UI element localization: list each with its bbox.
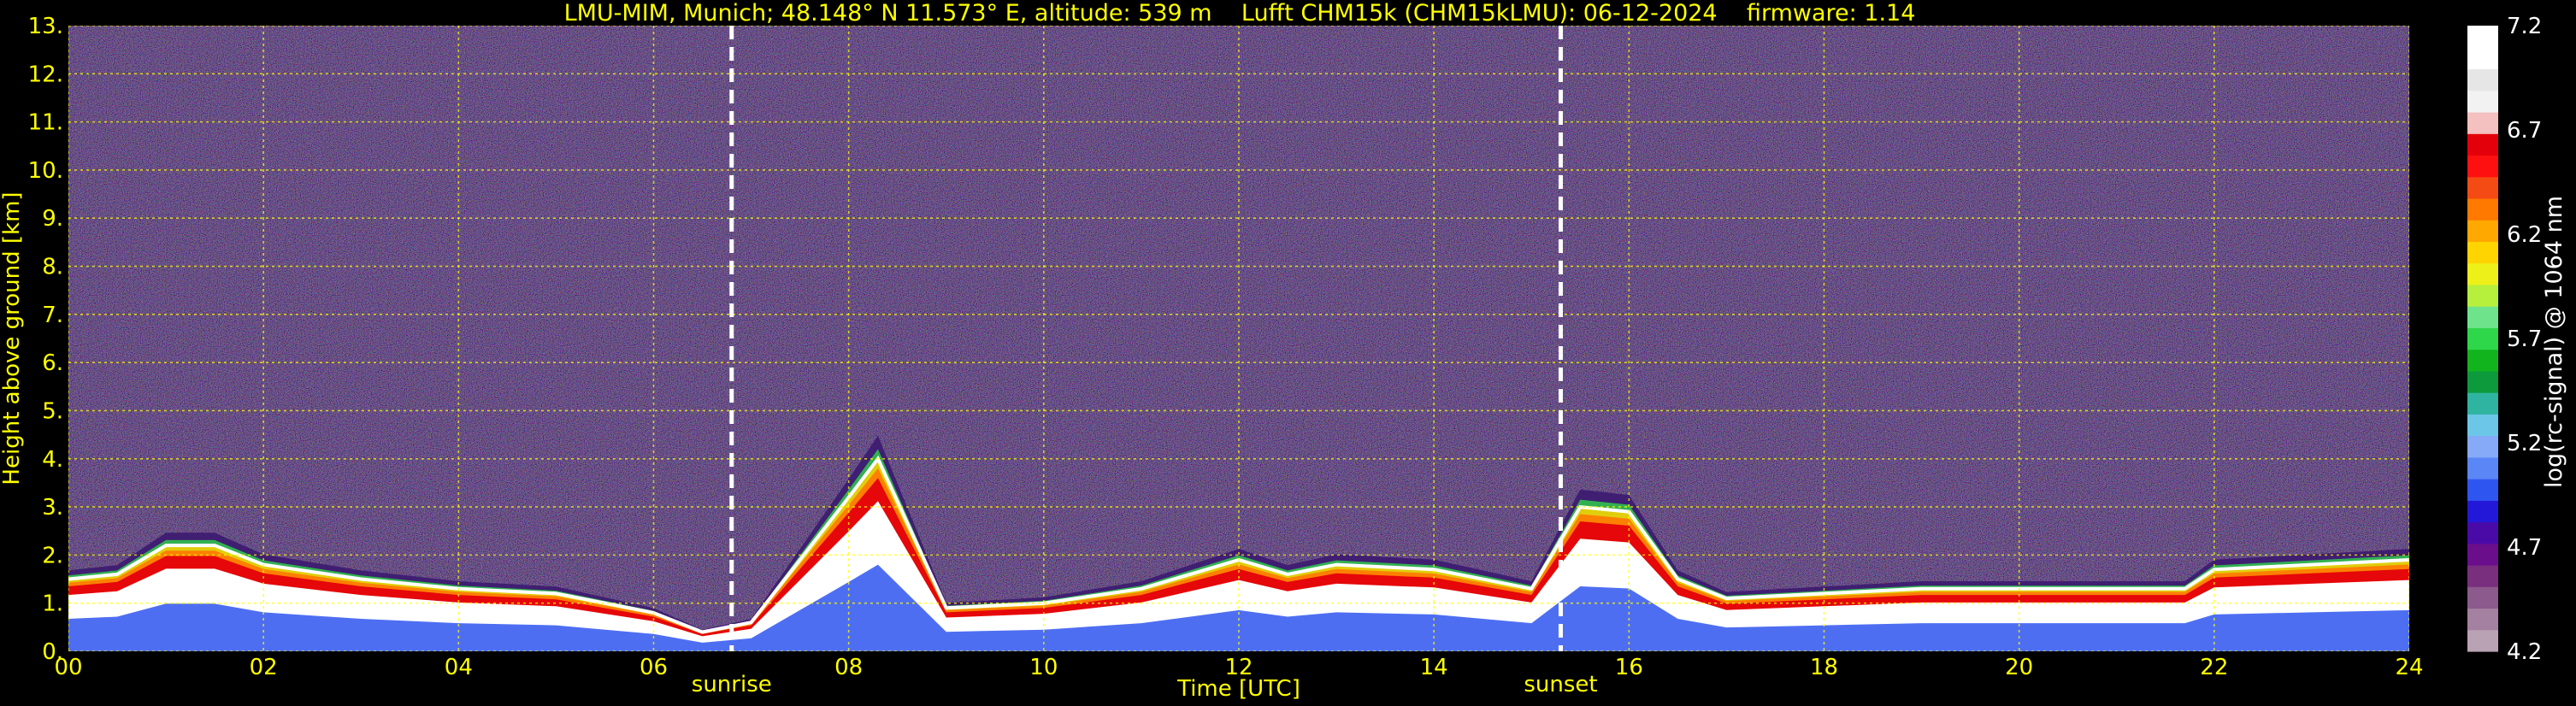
colorbar-segment: [2467, 521, 2498, 544]
colorbar-segment: [2467, 197, 2498, 221]
colorbar-segment: [2467, 565, 2498, 587]
y-tick-label: 2.: [42, 543, 63, 568]
colorbar-segment: [2467, 629, 2498, 652]
x-tick-label: 00: [54, 655, 82, 680]
chart-title: LMU-MIM, Munich; 48.148° N 11.573° E, al…: [564, 0, 1916, 26]
x-tick-label: 24: [2395, 655, 2423, 680]
colorbar-tick-label: 4.2: [2507, 639, 2542, 665]
x-tick-label: 06: [640, 655, 668, 680]
lidar-quicklook-chart: LMU-MIM, Munich; 48.148° N 11.573° E, al…: [0, 0, 2567, 702]
y-axis-ticks: 0.1.2.3.4.5.6.7.8.9.10.11.12.13.: [28, 14, 63, 665]
colorbar-segment: [2467, 68, 2498, 91]
x-tick-label: 02: [250, 655, 278, 680]
y-tick-label: 10.: [28, 158, 63, 184]
event-labels: sunrise sunset: [692, 672, 1598, 697]
colorbar-segment: [2467, 392, 2498, 415]
y-tick-label: 4.: [42, 447, 63, 473]
x-tick-label: 08: [834, 655, 863, 680]
colorbar-tick-label: 7.2: [2507, 14, 2542, 39]
colorbar-segment: [2467, 133, 2498, 156]
colorbar-segment: [2467, 586, 2498, 609]
y-tick-label: 3.: [42, 495, 63, 521]
colorbar-segment: [2467, 284, 2498, 307]
y-axis-label: Height above ground [km]: [0, 191, 25, 485]
y-tick-label: 8.: [42, 255, 63, 280]
y-tick-label: 7.: [42, 303, 63, 328]
colorbar-tick-label: 6.2: [2507, 222, 2542, 248]
x-tick-label: 14: [1420, 655, 1448, 680]
colorbar-segment: [2467, 90, 2498, 113]
colorbar-segment: [2467, 220, 2498, 243]
colorbar-segment: [2467, 435, 2498, 458]
colorbar-segment: [2467, 349, 2498, 372]
x-tick-label: 10: [1029, 655, 1058, 680]
x-tick-label: 22: [2200, 655, 2228, 680]
colorbar-segment: [2467, 306, 2498, 328]
x-tick-label: 18: [1810, 655, 1838, 680]
colorbar-label: log(rc-signal) @ 1064 nm: [2541, 196, 2567, 488]
colorbar-segment: [2467, 327, 2498, 350]
y-tick-label: 5.: [42, 398, 63, 424]
colorbar-segment: [2467, 608, 2498, 631]
colorbar-segment: [2467, 241, 2498, 264]
colorbar-tick-label: 4.7: [2507, 535, 2542, 561]
colorbar-tick-label: 6.7: [2507, 118, 2542, 144]
colorbar-segment: [2467, 543, 2498, 566]
colorbar-segment: [2467, 47, 2498, 70]
y-tick-label: 11.: [28, 110, 63, 136]
y-tick-label: 6.: [42, 350, 63, 376]
colorbar-tick-label: 5.7: [2507, 327, 2542, 352]
colorbar-tick-label: 5.2: [2507, 431, 2542, 456]
colorbar: [2467, 26, 2498, 652]
colorbar-segment: [2467, 26, 2498, 48]
plot-area: [68, 26, 2409, 651]
colorbar-segment: [2467, 111, 2498, 134]
colorbar-segment: [2467, 370, 2498, 393]
colorbar-ticks: 4.2 4.7 5.2 5.7 6.2 6.7 7.2: [2507, 14, 2542, 665]
y-tick-label: 12.: [28, 62, 63, 87]
colorbar-segment: [2467, 262, 2498, 285]
sunset-label: sunset: [1524, 672, 1597, 697]
y-tick-label: 9.: [42, 206, 63, 232]
x-tick-label: 20: [2005, 655, 2033, 680]
y-tick-label: 13.: [28, 14, 63, 39]
colorbar-segment: [2467, 479, 2498, 501]
x-axis-label: Time [UTC]: [1176, 676, 1300, 702]
colorbar-segment: [2467, 155, 2498, 178]
colorbar-segment: [2467, 500, 2498, 523]
colorbar-segment: [2467, 176, 2498, 199]
x-tick-label: 04: [445, 655, 473, 680]
colorbar-segment: [2467, 456, 2498, 479]
colorbar-segment: [2467, 414, 2498, 437]
sunrise-label: sunrise: [692, 672, 772, 697]
x-tick-label: 16: [1615, 655, 1643, 680]
y-tick-label: 1.: [42, 591, 63, 617]
